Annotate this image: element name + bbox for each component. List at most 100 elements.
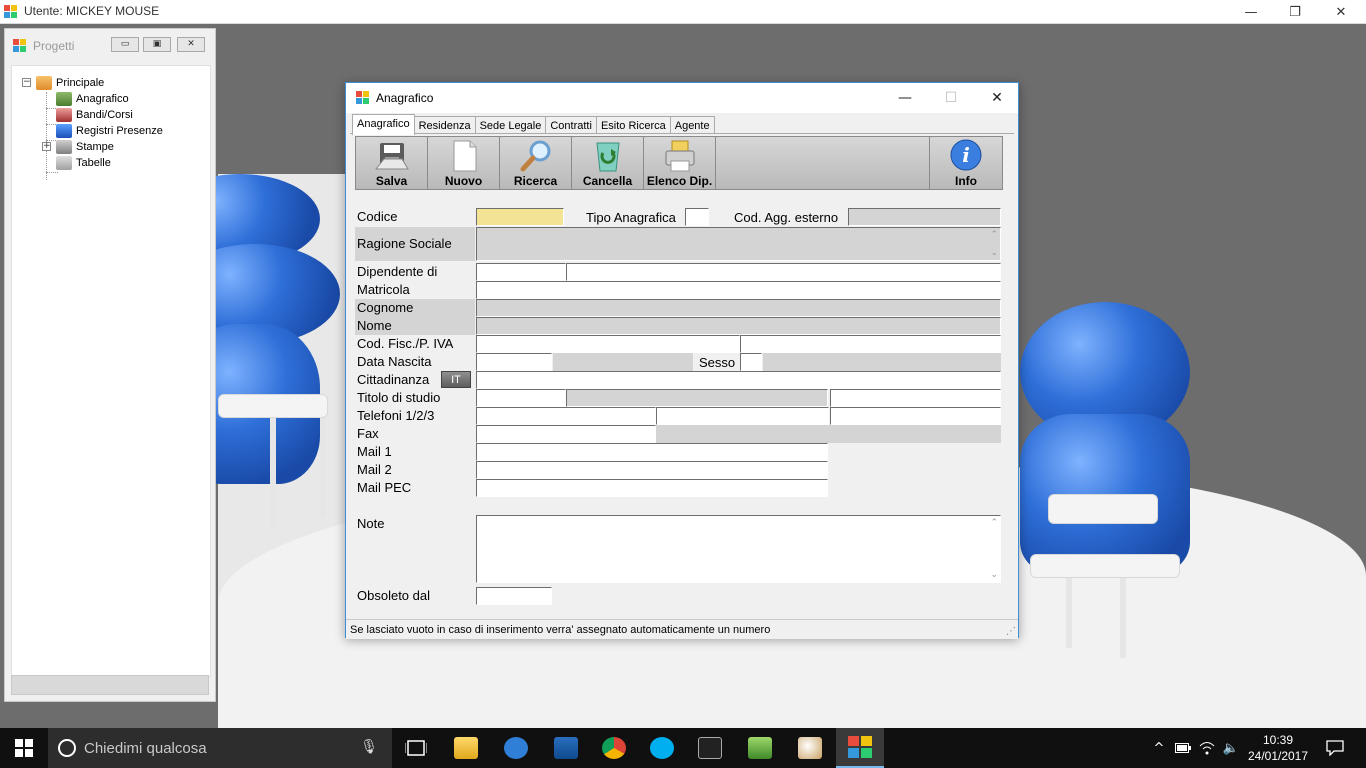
partita-iva-input[interactable]	[740, 335, 1001, 353]
battery-icon[interactable]	[1172, 728, 1194, 768]
telefoni-label: Telefoni 1/2/3	[357, 408, 435, 423]
matricola-input[interactable]	[476, 281, 1001, 299]
obsoleto-dal-input[interactable]	[476, 587, 552, 605]
notification-icon	[1326, 740, 1344, 756]
nome-label: Nome	[357, 318, 392, 333]
salva-button[interactable]: Salva	[356, 137, 428, 189]
save-icon	[374, 143, 409, 170]
dialog-close-button[interactable]: ✕	[974, 83, 1020, 113]
tree-item-tabelle[interactable]: Tabelle	[56, 155, 111, 171]
action-center-button[interactable]	[1318, 728, 1352, 768]
tree-collapse-toggle[interactable]: −	[22, 78, 31, 87]
taskbar-chrome[interactable]	[590, 728, 638, 768]
cortana-icon	[58, 739, 76, 757]
dipendente-di-name-input[interactable]	[566, 263, 1001, 281]
panel-minimize-button[interactable]: ▭	[111, 37, 139, 52]
cittadinanza-button[interactable]: IT	[441, 371, 471, 388]
project-panel: Progetti ▭ ▣ ✕ − Principale Anagrafico B…	[4, 28, 216, 702]
background-chair-leg	[270, 418, 276, 528]
ragione-sociale-input[interactable]: ⌃ ⌄	[476, 227, 1001, 261]
taskbar-file-explorer[interactable]	[442, 728, 490, 768]
taskbar-paint[interactable]	[786, 728, 834, 768]
data-nascita-input[interactable]	[476, 353, 552, 371]
cod-agg-esterno-input[interactable]	[848, 208, 1001, 226]
telefono-2-input[interactable]	[656, 407, 829, 425]
ragione-sociale-label: Ragione Sociale	[357, 236, 452, 251]
note-label: Note	[357, 516, 385, 531]
cancella-button[interactable]: Cancella	[572, 137, 644, 189]
luogo-nascita-input[interactable]	[553, 353, 693, 371]
start-button[interactable]	[0, 728, 48, 768]
network-icon[interactable]	[1196, 728, 1218, 768]
cortana-search-box[interactable]: Chiedimi qualcosa 🎙	[48, 728, 392, 768]
dialog-minimize-button[interactable]: —	[882, 83, 928, 113]
codice-input[interactable]	[476, 208, 564, 226]
tab-anagrafico[interactable]: Anagrafico	[352, 114, 415, 135]
mail-pec-input[interactable]	[476, 479, 828, 497]
app-close-button[interactable]: ✕	[1318, 0, 1364, 24]
tree-item-stampe[interactable]: Stampe	[56, 139, 114, 155]
nome-input[interactable]	[476, 317, 1001, 335]
tree-expand-toggle[interactable]: +	[42, 142, 51, 151]
app-restore-button[interactable]: ❐	[1272, 0, 1318, 24]
telefono-3-input[interactable]	[830, 407, 1001, 425]
app-titlebar: Utente: MICKEY MOUSE — ❐ ✕	[0, 0, 1366, 24]
app-minimize-button[interactable]: —	[1228, 0, 1274, 24]
note-textarea[interactable]: ⌃ ⌄	[476, 515, 1001, 583]
tree-item-registri-presenze[interactable]: Registri Presenze	[56, 123, 163, 139]
tree-connector	[46, 92, 47, 180]
mail1-input[interactable]	[476, 443, 828, 461]
system-clock[interactable]: 10:39 24/01/2017	[1240, 732, 1316, 764]
fax-input[interactable]	[476, 425, 656, 443]
scroll-down-icon[interactable]: ⌄	[990, 248, 998, 258]
titolo-studio-code-input[interactable]	[476, 389, 566, 407]
task-view-button[interactable]	[392, 728, 440, 768]
notepad-icon	[748, 737, 772, 759]
sesso-input[interactable]	[740, 353, 762, 371]
tree-item-label: Tabelle	[76, 157, 111, 169]
scroll-down-icon[interactable]: ⌄	[990, 570, 998, 580]
volume-icon[interactable]: 🔈	[1220, 728, 1242, 768]
taskbar-command-prompt[interactable]	[686, 728, 734, 768]
show-hidden-icons-button[interactable]: ^	[1148, 728, 1170, 768]
telefono-1-input[interactable]	[476, 407, 656, 425]
cod-fisc-input[interactable]	[476, 335, 740, 353]
cognome-input[interactable]	[476, 299, 1001, 317]
taskbar-skype[interactable]	[638, 728, 686, 768]
panel-close-button[interactable]: ✕	[177, 37, 205, 52]
resize-grip-icon[interactable]: ⋰	[1006, 626, 1016, 637]
command-prompt-icon	[698, 737, 722, 759]
tree-item-anagrafico[interactable]: Anagrafico	[56, 91, 129, 107]
new-document-icon	[453, 140, 477, 172]
tree-item-bandi-corsi[interactable]: Bandi/Corsi	[56, 107, 133, 123]
cittadinanza-input[interactable]	[476, 371, 1001, 389]
scroll-up-icon[interactable]: ⌃	[990, 518, 998, 528]
info-button[interactable]: i Info	[930, 137, 1002, 189]
elenco-dip-label: Elenco Dip.	[646, 174, 713, 188]
background-chair-leg	[1120, 578, 1126, 658]
dipendente-di-code-input[interactable]	[476, 263, 566, 281]
panel-restore-button[interactable]: ▣	[143, 37, 171, 52]
project-tree[interactable]: − Principale Anagrafico Bandi/Corsi Regi…	[11, 65, 211, 677]
fax-label: Fax	[357, 426, 379, 441]
titolo-studio-extra-input[interactable]	[830, 389, 1001, 407]
mail2-input[interactable]	[476, 461, 828, 479]
microphone-icon[interactable]: 🎙	[360, 739, 378, 755]
taskbar-edge[interactable]	[492, 728, 540, 768]
tree-item-principale[interactable]: Principale	[36, 75, 104, 91]
taskbar-active-app[interactable]	[836, 728, 884, 768]
tree-item-label: Principale	[56, 77, 105, 89]
scroll-up-icon[interactable]: ⌃	[990, 230, 998, 240]
dialog-maximize-button[interactable]: ☐	[928, 83, 974, 113]
project-panel-statusbar	[11, 675, 209, 695]
nuovo-button[interactable]: Nuovo	[428, 137, 500, 189]
elenco-dip-button[interactable]: Elenco Dip.	[644, 137, 716, 189]
app-icon	[848, 736, 872, 758]
taskbar-notepad[interactable]	[736, 728, 784, 768]
taskbar-outlook[interactable]	[542, 728, 590, 768]
tipo-anagrafica-input[interactable]	[685, 208, 709, 226]
outlook-icon	[554, 737, 578, 759]
tipo-anagrafica-label: Tipo Anagrafica	[586, 210, 676, 225]
task-view-icon	[405, 740, 427, 756]
ricerca-button[interactable]: Ricerca	[500, 137, 572, 189]
